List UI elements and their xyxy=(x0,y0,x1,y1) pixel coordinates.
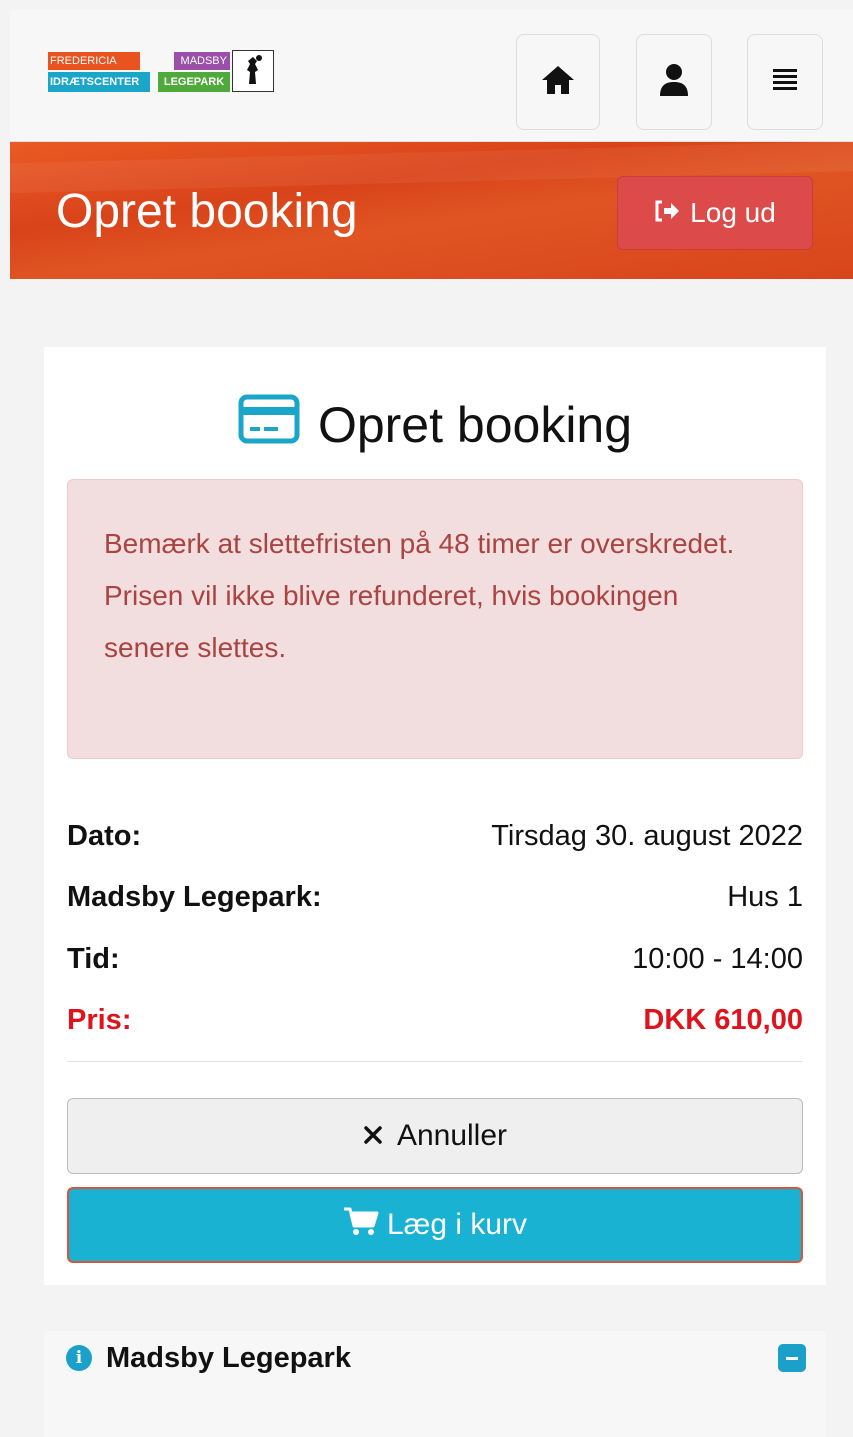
home-icon xyxy=(540,64,576,101)
menu-icon xyxy=(771,67,799,98)
add-to-cart-button[interactable]: Læg i kurv xyxy=(67,1187,803,1263)
user-button[interactable] xyxy=(636,34,712,130)
detail-value: 10:00 - 14:00 xyxy=(632,942,803,975)
sign-out-icon xyxy=(654,197,680,229)
price-value: DKK 610,00 xyxy=(643,1003,803,1036)
detail-row-date: Dato: Tirsdag 30. august 2022 xyxy=(67,816,803,856)
logo-text-legepark: LEGEPARK xyxy=(158,72,230,92)
divider xyxy=(67,1061,803,1062)
add-to-cart-label: Læg i kurv xyxy=(386,1208,528,1241)
detail-row-price: Pris: DKK 610,00 xyxy=(67,1000,803,1040)
booking-title-text: Opret booking xyxy=(317,397,633,453)
home-button[interactable] xyxy=(516,34,600,130)
collapse-icon[interactable] xyxy=(778,1344,806,1372)
close-icon xyxy=(363,1119,383,1153)
site-logo[interactable]: FREDERICIA IDRÆTSCENTER MADSBY LEGEPARK xyxy=(48,50,278,95)
info-panel-header[interactable]: i Madsby Legepark xyxy=(66,1333,806,1383)
page-title: Opret booking xyxy=(56,185,358,238)
booking-card-title: Opret booking xyxy=(44,394,826,456)
page-banner: Opret booking Log ud xyxy=(10,142,853,279)
top-navbar: FREDERICIA IDRÆTSCENTER MADSBY LEGEPARK xyxy=(10,10,853,142)
cancel-label: Annuller xyxy=(396,1119,508,1152)
logout-button[interactable]: Log ud xyxy=(617,176,813,250)
alert-text-line1: Bemærk at slettefristen på 48 timer er o… xyxy=(104,528,735,559)
user-icon xyxy=(659,63,689,102)
info-panel: i Madsby Legepark xyxy=(44,1331,826,1437)
logo-text-madsby: MADSBY xyxy=(174,52,230,70)
menu-button[interactable] xyxy=(747,34,823,130)
detail-label: Pris: xyxy=(67,1003,132,1036)
detail-row-time: Tid: 10:00 - 14:00 xyxy=(67,939,803,979)
deadline-alert: Bemærk at slettefristen på 48 timer er o… xyxy=(67,479,803,759)
booking-card: Opret booking Bemærk at slettefristen på… xyxy=(44,347,826,1285)
logo-text-fredericia: FREDERICIA xyxy=(48,52,140,70)
info-icon: i xyxy=(66,1345,92,1371)
alert-text-line2: Prisen vil ikke blive refunderet, hvis b… xyxy=(104,580,679,663)
detail-label: Dato: xyxy=(67,819,142,852)
logo-figure-icon xyxy=(232,50,274,92)
shopping-cart-icon xyxy=(343,1206,379,1244)
logout-label: Log ud xyxy=(690,197,776,228)
detail-row-location: Madsby Legepark: Hus 1 xyxy=(67,877,803,917)
detail-label: Madsby Legepark: xyxy=(67,880,322,913)
detail-value: Tirsdag 30. august 2022 xyxy=(491,819,803,852)
cancel-button[interactable]: Annuller xyxy=(67,1098,803,1174)
logo-text-idraetscenter: IDRÆTSCENTER xyxy=(48,72,150,92)
detail-value: Hus 1 xyxy=(727,880,803,913)
detail-label: Tid: xyxy=(67,942,120,975)
credit-card-icon xyxy=(238,394,300,456)
info-panel-title: Madsby Legepark xyxy=(106,1341,351,1374)
